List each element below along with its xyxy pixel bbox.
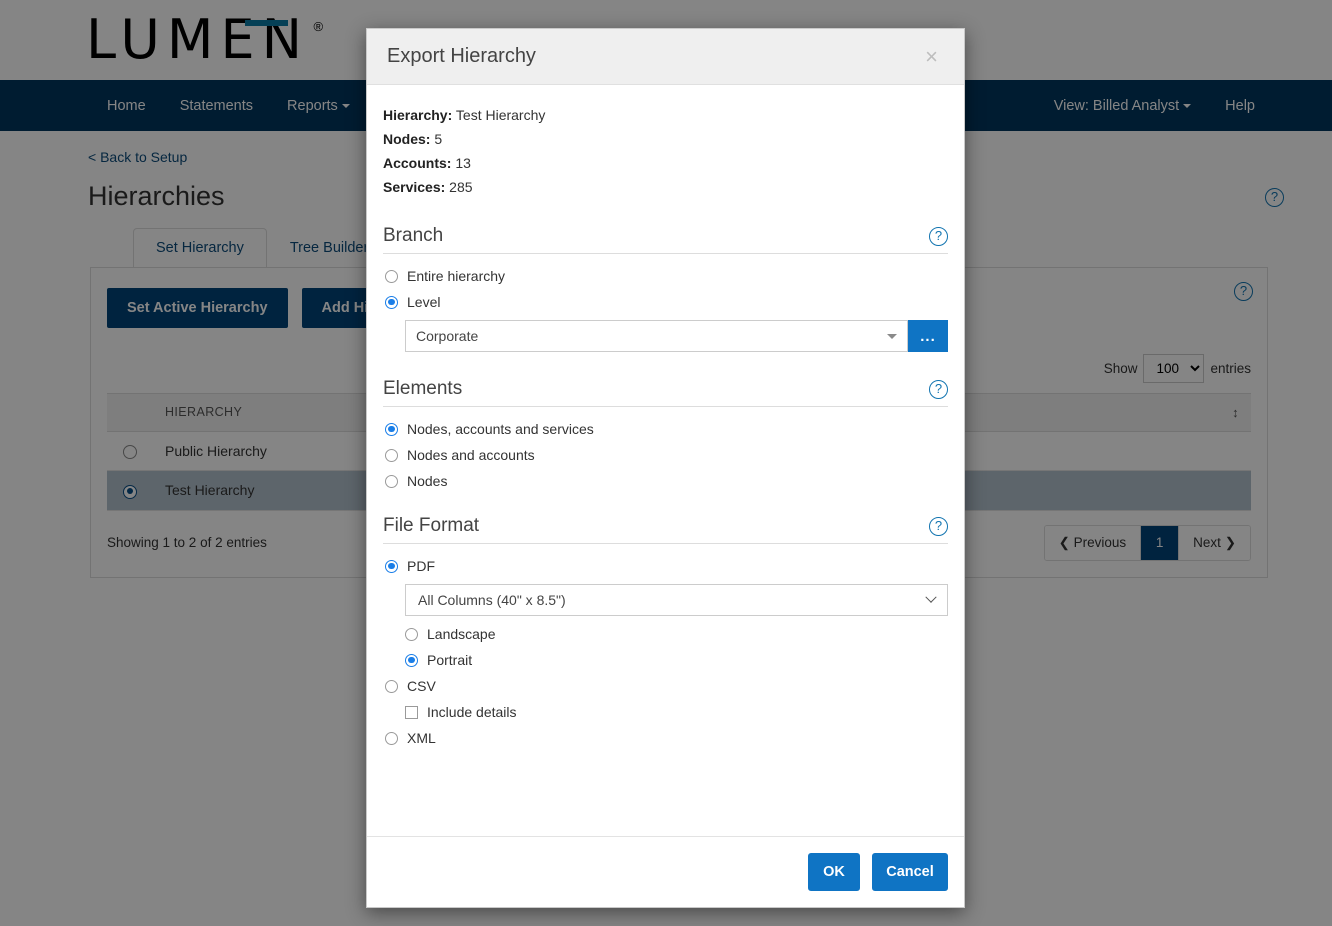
- export-hierarchy-dialog: Export Hierarchy × Hierarchy: Test Hiera…: [366, 28, 965, 908]
- radio-csv-label: CSV: [407, 678, 436, 694]
- ok-button[interactable]: OK: [808, 853, 860, 891]
- summary-accounts-value: 13: [455, 155, 471, 171]
- level-picker: Corporate ...: [405, 320, 948, 352]
- dialog-body: Hierarchy: Test Hierarchy Nodes: 5 Accou…: [367, 85, 964, 836]
- summary-nodes: Nodes: 5: [383, 127, 948, 151]
- hierarchy-summary: Hierarchy: Test Hierarchy Nodes: 5 Accou…: [383, 103, 948, 199]
- radio-nodes[interactable]: Nodes: [385, 473, 948, 489]
- help-icon[interactable]: ?: [929, 226, 948, 246]
- file-format-section-title: File Format: [383, 515, 480, 536]
- branch-section-header: Branch ?: [383, 225, 948, 254]
- radio-icon: [385, 559, 398, 573]
- radio-icon: [385, 679, 398, 693]
- radio-nodes-accounts-services-label: Nodes, accounts and services: [407, 421, 594, 437]
- help-icon[interactable]: ?: [929, 379, 948, 399]
- radio-level[interactable]: Level: [385, 294, 948, 310]
- summary-hierarchy-value: Test Hierarchy: [455, 107, 546, 123]
- summary-services-label: Services:: [383, 179, 446, 195]
- checkbox-include-details-label: Include details: [427, 704, 517, 720]
- radio-nodes-label: Nodes: [407, 473, 448, 489]
- pdf-columns-value: All Columns (40" x 8.5"): [418, 592, 566, 608]
- dialog-title: Export Hierarchy: [387, 45, 536, 67]
- radio-xml[interactable]: XML: [385, 730, 948, 746]
- cancel-button[interactable]: Cancel: [872, 853, 948, 891]
- summary-accounts: Accounts: 13: [383, 151, 948, 175]
- summary-hierarchy: Hierarchy: Test Hierarchy: [383, 103, 948, 127]
- chevron-down-icon: [925, 591, 937, 603]
- branch-section-title: Branch: [383, 225, 444, 246]
- radio-csv[interactable]: CSV: [385, 678, 948, 694]
- summary-nodes-value: 5: [434, 131, 443, 147]
- radio-icon: [405, 653, 418, 667]
- radio-icon: [385, 474, 398, 488]
- radio-entire-hierarchy-label: Entire hierarchy: [407, 268, 506, 284]
- radio-pdf-label: PDF: [407, 558, 435, 574]
- radio-icon: [385, 295, 398, 309]
- elements-options: Nodes, accounts and services Nodes and a…: [383, 421, 948, 489]
- close-icon[interactable]: ×: [919, 45, 944, 67]
- radio-landscape-label: Landscape: [427, 626, 496, 642]
- file-format-options: PDF All Columns (40" x 8.5") Landscape P…: [383, 558, 948, 746]
- summary-services: Services: 285: [383, 175, 948, 199]
- help-icon[interactable]: ?: [929, 516, 948, 536]
- radio-entire-hierarchy[interactable]: Entire hierarchy: [385, 268, 948, 284]
- file-format-section-header: File Format ?: [383, 515, 948, 544]
- elements-section-title: Elements: [383, 378, 463, 399]
- radio-portrait-label: Portrait: [427, 652, 473, 668]
- dialog-footer: OK Cancel: [367, 836, 964, 907]
- radio-icon: [385, 422, 398, 436]
- level-select[interactable]: Corporate: [405, 320, 908, 352]
- radio-icon: [405, 627, 418, 641]
- radio-icon: [385, 731, 398, 745]
- radio-icon: [385, 269, 398, 283]
- radio-nodes-accounts-services[interactable]: Nodes, accounts and services: [385, 421, 948, 437]
- summary-hierarchy-label: Hierarchy:: [383, 107, 453, 123]
- checkbox-icon: [405, 705, 418, 719]
- elements-section-header: Elements ?: [383, 378, 948, 407]
- chevron-down-icon: [887, 333, 897, 339]
- dialog-header: Export Hierarchy ×: [367, 29, 964, 85]
- radio-level-label: Level: [407, 294, 441, 310]
- summary-accounts-label: Accounts:: [383, 155, 452, 171]
- summary-nodes-label: Nodes:: [383, 131, 431, 147]
- checkbox-include-details[interactable]: Include details: [405, 704, 948, 720]
- radio-xml-label: XML: [407, 730, 436, 746]
- pdf-columns-select[interactable]: All Columns (40" x 8.5"): [405, 584, 948, 616]
- radio-nodes-and-accounts-label: Nodes and accounts: [407, 447, 535, 463]
- radio-landscape[interactable]: Landscape: [405, 626, 948, 642]
- radio-portrait[interactable]: Portrait: [405, 652, 948, 668]
- radio-pdf[interactable]: PDF: [385, 558, 948, 574]
- level-browse-button[interactable]: ...: [908, 320, 948, 352]
- level-select-value: Corporate: [416, 328, 479, 344]
- summary-services-value: 285: [449, 179, 473, 195]
- radio-icon: [385, 448, 398, 462]
- radio-nodes-and-accounts[interactable]: Nodes and accounts: [385, 447, 948, 463]
- branch-options: Entire hierarchy Level Corporate ...: [383, 268, 948, 352]
